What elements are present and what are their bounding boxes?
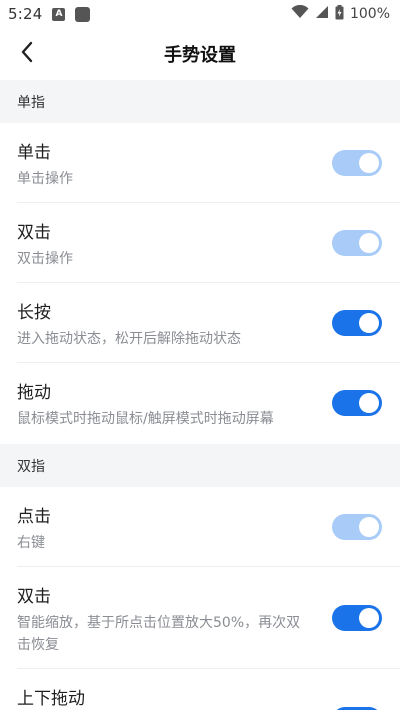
setting-title: 双击: [17, 223, 51, 243]
setting-subtitle: 单击操作: [17, 171, 73, 187]
back-button[interactable]: [12, 38, 42, 70]
page-title: 手势设置: [164, 45, 236, 66]
setting-subtitle: 鼠标模式时拖动鼠标/触屏模式时拖动屏幕: [17, 411, 274, 427]
toggle-long-press[interactable]: [332, 310, 382, 336]
toggle-drag[interactable]: [332, 390, 382, 416]
setting-row-vertical-drag: 上下拖动: [0, 669, 400, 710]
setting-subtitle: 双击操作: [17, 251, 73, 267]
toggle-knob: [359, 313, 379, 333]
toggle-knob: [359, 517, 379, 537]
setting-row-single-double-tap: 双击 双击操作: [0, 203, 400, 283]
status-bar: 5:24 A 100%: [0, 0, 400, 28]
battery-percent: 100%: [349, 6, 390, 22]
setting-subtitle-line1: 智能缩放，基于所点击位置放大50%，再次双: [17, 615, 301, 631]
setting-title: 双击: [17, 587, 51, 607]
toggle-single-double-tap[interactable]: [332, 230, 382, 256]
notification-a-icon: A: [52, 7, 66, 21]
chevron-left-icon: [20, 41, 34, 67]
toggle-knob: [359, 608, 379, 628]
setting-title: 上下拖动: [17, 689, 85, 709]
setting-subtitle: 进入拖动状态，松开后解除拖动状态: [17, 331, 241, 347]
setting-row-single-tap: 单击 单击操作: [0, 123, 400, 203]
setting-title: 点击: [17, 507, 51, 527]
setting-title: 拖动: [17, 383, 51, 403]
signal-icon: [315, 5, 329, 23]
section-header-single-finger: 单指: [0, 80, 400, 123]
toggle-knob: [359, 233, 379, 253]
toggle-knob: [359, 153, 379, 173]
wifi-icon: [291, 4, 309, 23]
setting-title: 长按: [17, 303, 51, 323]
status-time: 5:24: [8, 5, 43, 23]
battery-icon: [335, 4, 344, 24]
setting-row-long-press: 长按 进入拖动状态，松开后解除拖动状态: [0, 283, 400, 363]
setting-row-two-finger-double-tap: 双击 智能缩放，基于所点击位置放大50%，再次双 击恢复: [0, 567, 400, 669]
setting-subtitle-line2: 击恢复: [17, 637, 59, 653]
setting-subtitle: 右键: [17, 535, 45, 551]
toggle-two-finger-tap[interactable]: [332, 514, 382, 540]
setting-title: 单击: [17, 143, 51, 163]
section-header-two-finger: 双指: [0, 444, 400, 487]
notification-square-icon: [75, 6, 91, 22]
app-header: 手势设置: [0, 28, 400, 80]
toggle-single-tap[interactable]: [332, 150, 382, 176]
setting-row-two-finger-tap: 点击 右键: [0, 487, 400, 567]
toggle-knob: [359, 393, 379, 413]
toggle-two-finger-double-tap[interactable]: [332, 605, 382, 631]
setting-row-drag: 拖动 鼠标模式时拖动鼠标/触屏模式时拖动屏幕: [0, 363, 400, 444]
